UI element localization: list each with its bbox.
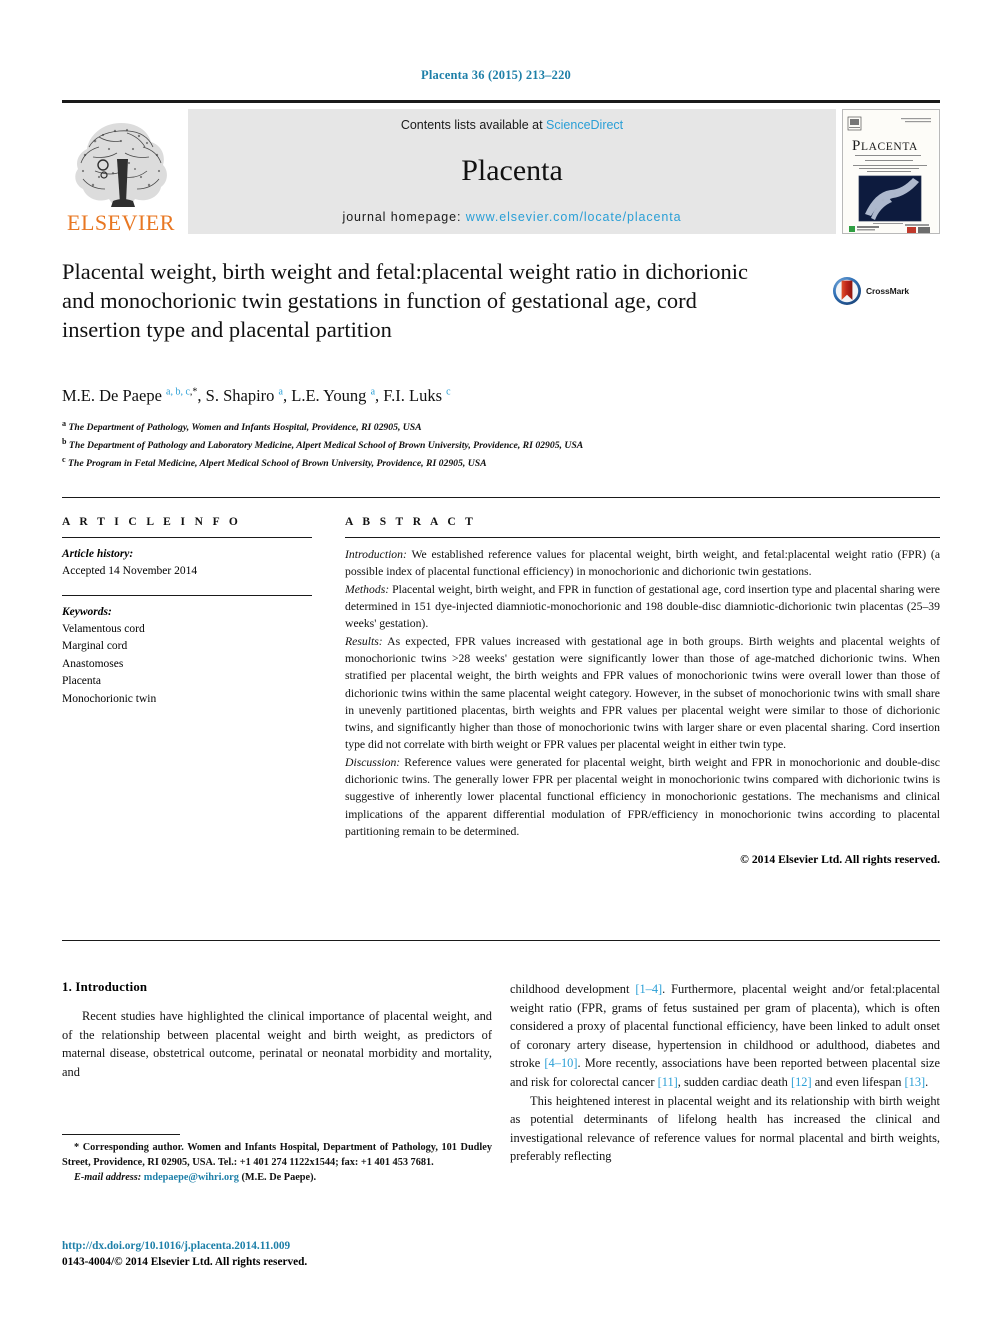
abstract-section: Introduction: We established reference v… [345,546,940,581]
affiliation-item: b The Department of Pathology and Labora… [62,436,702,454]
abstract-section-text: We established reference values for plac… [345,548,940,579]
email-owner: (M.E. De Paepe). [241,1172,317,1184]
affiliation-item: a The Department of Pathology, Women and… [62,418,702,436]
keywords-label: Keywords: [62,605,112,618]
abstract-section-text: Reference values were generated for plac… [345,755,940,838]
doi-link[interactable]: http://dx.doi.org/10.1016/j.placenta.201… [62,1238,492,1254]
keyword-list: Velamentous cord Marginal cord Anastomos… [62,621,312,708]
email-note: E-mail address: mdepaepe@wihri.org (M.E.… [62,1170,492,1185]
affiliation-text: The Department of Pathology and Laborato… [68,440,584,452]
abstract-section: Methods: Placental weight, birth weight,… [345,581,940,633]
keyword-item: Velamentous cord [62,622,145,635]
affiliation-marker: b [62,436,67,446]
abstract-section-label: Results: [345,634,383,648]
crossmark-icon [833,277,861,305]
section-heading-introduction: 1. Introduction [62,980,148,994]
elsevier-tree-icon [75,123,167,207]
article-history-label: Article history: [62,548,134,560]
affiliation-list: a The Department of Pathology, Women and… [62,418,702,472]
sciencedirect-link[interactable]: ScienceDirect [546,118,623,132]
article-info-panel: A R T I C L E I N F O Article history: A… [62,516,312,708]
journal-title: Placenta [461,154,563,187]
intro-paragraph-right-1: childhood development [1–4]. Furthermore… [510,982,940,1090]
masthead-center: Contents lists available at ScienceDirec… [188,109,836,234]
contents-available-line: Contents lists available at ScienceDirec… [401,118,623,132]
abstract-section-text: As expected, FPR values increased with g… [345,634,940,752]
article-info-rule-2 [62,594,312,596]
abstract-copyright: © 2014 Elsevier Ltd. All rights reserved… [740,853,940,867]
article-page: Placenta 36 (2015) 213–220 ELSEVIER Cont… [0,0,992,1323]
affiliation-marker: c [62,454,66,464]
running-head: Placenta 36 (2015) 213–220 [421,68,571,82]
abstract-section-label: Discussion: [345,755,401,769]
affiliation-text: The Department of Pathology, Women and I… [68,422,422,434]
email-label: E-mail address: [74,1172,142,1184]
title-block: Placental weight, birth weight and fetal… [62,258,940,344]
author-list: M.E. De Paepe a, b, c,*, S. Shapiro a, L… [62,386,451,405]
footnote-block: * Corresponding author. Women and Infant… [62,1140,492,1186]
crossmark-label: CrossMark [866,286,910,296]
intro-paragraph-left: Recent studies have highlighted the clin… [62,1009,492,1079]
email-link[interactable]: mdepaepe@wihri.org [144,1172,239,1183]
crossmark-badge[interactable]: CrossMark [832,276,940,306]
abstract-section: Discussion: Reference values were genera… [345,754,940,841]
svg-text:P: P [852,138,861,154]
issn-copyright-line: 0143-4004/© 2014 Elsevier Ltd. All right… [62,1256,308,1269]
abstract-body: Introduction: We established reference v… [345,546,940,840]
journal-cover-thumbnail[interactable]: P LACENTA [842,109,940,234]
affiliation-marker: a [62,419,67,428]
divider-above-abstract [62,497,940,498]
body-column-left: 1. Introduction Recent studies have high… [62,980,492,1081]
abstract-section-text: Placental weight, birth weight, and FPR … [345,582,940,631]
journal-homepage-line: journal homepage: www.elsevier.com/locat… [343,210,682,224]
cover-artwork: P LACENTA [843,110,937,233]
abstract-heading: A B S T R A C T [345,516,477,528]
keyword-item: Placenta [62,675,101,688]
masthead-top-rule [62,100,940,103]
elsevier-logo: ELSEVIER [62,109,180,234]
elsevier-wordmark: ELSEVIER [67,210,175,235]
abstract-panel: A B S T R A C T Introduction: We establi… [345,516,940,866]
corresponding-author-note: * Corresponding author. Women and Infant… [62,1142,492,1169]
svg-text:LACENTA: LACENTA [861,141,918,153]
article-info-heading: A R T I C L E I N F O [62,516,242,528]
doi-block: http://dx.doi.org/10.1016/j.placenta.201… [62,1238,492,1271]
page-title: Placental weight, birth weight and fetal… [62,259,749,342]
article-info-rule-1 [62,537,312,538]
abstract-rule [345,537,940,538]
divider-below-abstract [62,940,940,941]
journal-masthead: ELSEVIER Contents lists available at Sci… [62,100,940,234]
keyword-item: Anastomoses [62,657,124,670]
footnote-divider [62,1134,180,1135]
abstract-section: Results: As expected, FPR values increas… [345,633,940,754]
abstract-section-label: Introduction: [345,548,407,561]
keyword-item: Marginal cord [62,640,128,653]
affiliation-item: c The Program in Fetal Medicine, Alpert … [62,454,702,472]
article-history-value: Accepted 14 November 2014 [62,565,198,578]
keyword-item: Monochorionic twin [62,692,157,705]
intro-paragraph-right-2: This heightened interest in placental we… [510,1093,940,1164]
journal-homepage-link[interactable]: www.elsevier.com/locate/placenta [466,210,682,224]
abstract-section-label: Methods: [345,582,390,596]
homepage-prefix: journal homepage: [342,210,462,224]
body-column-right: childhood development [1–4]. Furthermore… [510,980,940,1166]
affiliation-text: The Program in Fetal Medicine, Alpert Me… [68,458,487,470]
contents-prefix: Contents lists available at [400,118,543,132]
